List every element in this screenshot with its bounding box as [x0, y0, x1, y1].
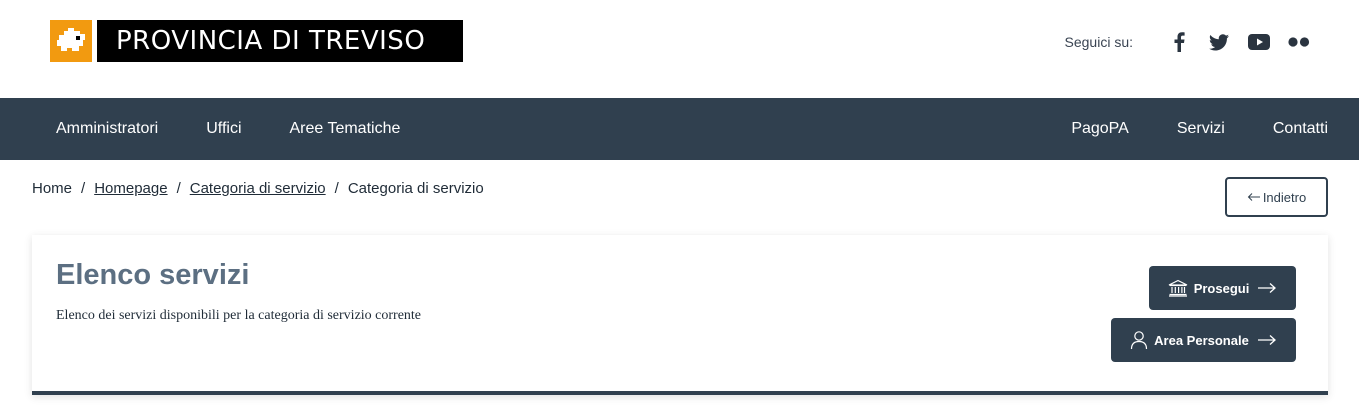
arrow-right-icon: [1257, 282, 1277, 294]
breadcrumb-separator: /: [176, 180, 181, 197]
site-logo[interactable]: PROVINCIA DI TREVISO: [50, 20, 463, 62]
breadcrumb: Home / Homepage / Categoria di servizio …: [32, 180, 484, 197]
breadcrumb-separator: /: [81, 180, 86, 197]
arrow-left-icon: [1247, 192, 1261, 202]
social-links: Seguici su:: [1065, 30, 1311, 54]
area-personale-button[interactable]: Area Personale: [1111, 318, 1296, 362]
youtube-icon[interactable]: [1247, 30, 1271, 54]
breadcrumb-home[interactable]: Home: [32, 180, 72, 197]
prosegui-button[interactable]: Prosegui: [1149, 266, 1296, 310]
back-button-label: Indietro: [1262, 189, 1307, 205]
flickr-icon[interactable]: [1287, 30, 1311, 54]
nav-right-group: PagoPA Servizi Contatti: [1023, 98, 1328, 160]
social-label: Seguici su:: [1064, 34, 1133, 50]
area-personale-label: Area Personale: [1154, 332, 1249, 348]
page-description: Elenco dei servizi disponibili per la ca…: [56, 308, 422, 323]
facebook-icon[interactable]: [1167, 30, 1191, 54]
main-navigation: Amministratori Uffici Aree Tematiche Pag…: [0, 98, 1359, 160]
back-button[interactable]: Indietro: [1225, 177, 1328, 217]
breadcrumb-separator: /: [334, 180, 339, 197]
twitter-icon[interactable]: [1207, 30, 1231, 54]
breadcrumb-current: Categoria di servizio: [347, 180, 484, 197]
site-title: PROVINCIA DI TREVISO: [97, 20, 463, 62]
prosegui-label: Prosegui: [1193, 280, 1250, 296]
treviso-province-map-icon: [50, 20, 92, 62]
bank-building-icon: [1168, 279, 1188, 297]
nav-item-uffici[interactable]: Uffici: [206, 120, 241, 138]
nav-left-group: Amministratori Uffici Aree Tematiche: [56, 98, 448, 160]
nav-item-amministratori[interactable]: Amministratori: [56, 120, 158, 138]
nav-item-contatti[interactable]: Contatti: [1273, 120, 1328, 138]
services-card: Elenco servizi Elenco dei servizi dispon…: [32, 235, 1328, 395]
site-header: PROVINCIA DI TREVISO Seguici su:: [0, 0, 1359, 98]
breadcrumb-homepage[interactable]: Homepage: [94, 180, 167, 197]
page-title: Elenco servizi: [56, 259, 250, 291]
nav-item-aree-tematiche[interactable]: Aree Tematiche: [290, 120, 401, 138]
breadcrumb-categoria-link[interactable]: Categoria di servizio: [190, 180, 326, 197]
nav-item-pagopa[interactable]: PagoPA: [1071, 120, 1129, 138]
arrow-right-icon: [1257, 334, 1277, 346]
nav-item-servizi[interactable]: Servizi: [1177, 120, 1225, 138]
user-icon: [1130, 330, 1148, 350]
